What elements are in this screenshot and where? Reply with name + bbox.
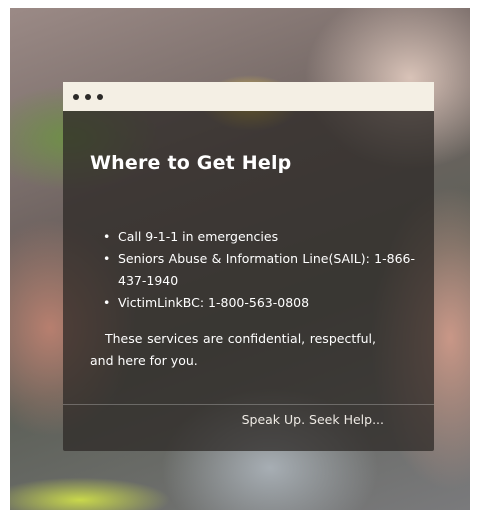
list-item-victimlinkbc: VictimLinkBC: 1-800-563-0808	[103, 292, 415, 314]
confidentiality-note: These services are confidential, respect…	[90, 331, 376, 368]
window-dot-icon	[85, 93, 91, 100]
list-item-emergency: Call 9-1-1 in emergencies	[103, 226, 415, 248]
help-card: Where to Get Help Call 9-1-1 in emergenc…	[63, 82, 434, 451]
card-title: Where to Get Help	[90, 152, 292, 174]
window-dot-icon	[73, 93, 79, 100]
list-item-sail: Seniors Abuse & Information Line(SAIL): …	[103, 248, 415, 292]
footer-tagline: Speak Up. Seek Help...	[241, 412, 384, 427]
window-title-bar	[63, 82, 434, 111]
help-contact-list: Call 9-1-1 in emergencies Seniors Abuse …	[103, 226, 415, 314]
window-dot-icon	[97, 93, 103, 100]
footer-divider	[63, 404, 434, 405]
